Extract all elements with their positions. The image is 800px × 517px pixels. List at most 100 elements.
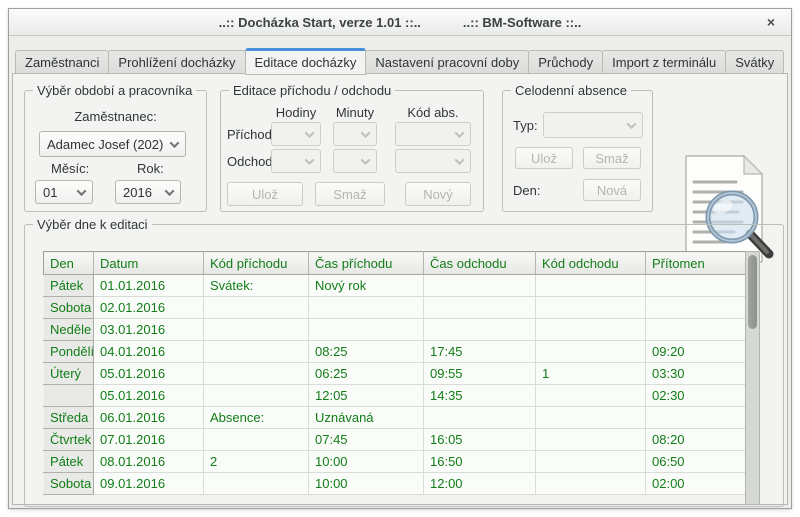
table-scrollbar[interactable]	[745, 251, 760, 505]
departure-abscode-combo[interactable]	[395, 149, 471, 173]
column-header[interactable]: Kód příchodu	[204, 252, 309, 275]
column-header[interactable]: Datum	[94, 252, 204, 275]
cell-arrival-time: 07:45	[309, 429, 424, 451]
column-header[interactable]: Čas odchodu	[424, 252, 536, 275]
cell-departure-code	[536, 451, 646, 473]
column-header[interactable]: Kód odchodu	[536, 252, 646, 275]
window-title-vendor: ..:: BM-Software ::..	[463, 15, 581, 30]
cell-departure-time: 17:45	[424, 341, 536, 363]
chevron-down-icon	[77, 186, 87, 196]
cell-arrival-code	[204, 319, 309, 341]
table-row[interactable]: Čtvrtek 07.01.2016 07:45 16:05 08:20	[44, 429, 746, 451]
time-delete-button[interactable]: Smaž	[315, 182, 385, 206]
departure-hours-combo[interactable]	[271, 149, 321, 173]
cell-arrival-time: Nový rok	[309, 275, 424, 297]
cell-day: Neděle	[44, 319, 94, 341]
tab-sv-tky[interactable]: Svátky	[725, 50, 784, 74]
column-header[interactable]: Den	[44, 252, 94, 275]
cell-date: 08.01.2016	[94, 451, 204, 473]
cell-departure-time	[424, 319, 536, 341]
absence-type-combo[interactable]	[543, 112, 643, 138]
column-header[interactable]: Čas příchodu	[309, 252, 424, 275]
month-combo[interactable]: 01	[35, 180, 93, 204]
cell-departure-time: 12:00	[424, 473, 536, 495]
chevron-down-icon	[455, 128, 465, 138]
time-save-button[interactable]: Ulož	[227, 182, 303, 206]
cell-arrival-time	[309, 297, 424, 319]
cell-present: 06:50	[646, 451, 746, 473]
app-window: ..:: Docházka Start, verze 1.01 ::.. ..:…	[8, 8, 792, 509]
title-bar[interactable]: ..:: Docházka Start, verze 1.01 ::.. ..:…	[9, 9, 791, 36]
table-row[interactable]: Neděle 03.01.2016	[44, 319, 746, 341]
cell-arrival-code	[204, 363, 309, 385]
close-icon: ×	[767, 14, 775, 30]
table-scrollbar-thumb[interactable]	[748, 255, 757, 329]
cell-arrival-code	[204, 341, 309, 363]
tab-prohl-en-doch-zky[interactable]: Prohlížení docházky	[108, 50, 245, 74]
employee-combo[interactable]: Adamec Josef (202)	[39, 131, 186, 157]
cell-date: 04.01.2016	[94, 341, 204, 363]
arrival-hours-combo[interactable]	[271, 122, 321, 146]
cell-present	[646, 275, 746, 297]
cell-present	[646, 407, 746, 429]
table-row[interactable]: Středa 06.01.2016 Absence: Uznávaná	[44, 407, 746, 429]
groupbox-edit-times-title: Editace příchodu / odchodu	[229, 83, 395, 98]
cell-departure-time	[424, 407, 536, 429]
cell-arrival-code	[204, 429, 309, 451]
cell-present: 03:30	[646, 363, 746, 385]
tab-editace-doch-zky[interactable]: Editace docházky	[245, 48, 367, 75]
chevron-down-icon	[165, 186, 175, 196]
departure-row-label: Odchod	[227, 154, 273, 169]
cell-day: Středa	[44, 407, 94, 429]
cell-arrival-time: 08:25	[309, 341, 424, 363]
arrival-abscode-combo[interactable]	[395, 122, 471, 146]
table-row[interactable]: Sobota 02.01.2016	[44, 297, 746, 319]
year-combo[interactable]: 2016	[115, 180, 181, 204]
groupbox-day-table: Výběr dne k editaci DenDatumKód příchodu…	[24, 224, 784, 507]
window-title-app: ..:: Docházka Start, verze 1.01 ::..	[219, 15, 421, 30]
departure-minutes-combo[interactable]	[333, 149, 377, 173]
cell-departure-code	[536, 385, 646, 407]
tab-pr-chody[interactable]: Průchody	[528, 50, 603, 74]
minutes-column-label: Minuty	[333, 105, 377, 120]
cell-day: Pátek	[44, 451, 94, 473]
cell-date: 02.01.2016	[94, 297, 204, 319]
absence-new-button[interactable]: Nová	[583, 179, 641, 201]
groupbox-day-table-title: Výběr dne k editaci	[33, 217, 152, 232]
table-row[interactable]: Sobota 09.01.2016 10:00 12:00 02:00	[44, 473, 746, 495]
absence-save-button[interactable]: Ulož	[515, 147, 573, 169]
groupbox-fullday-absence-title: Celodenní absence	[511, 83, 631, 98]
cell-date: 09.01.2016	[94, 473, 204, 495]
cell-present: 02:30	[646, 385, 746, 407]
cell-departure-code	[536, 341, 646, 363]
groupbox-fullday-absence: Celodenní absence Typ: Ulož Smaž Den: No…	[502, 90, 653, 212]
table-row[interactable]: Pátek 08.01.2016 2 10:00 16:50 06:50	[44, 451, 746, 473]
cell-present: 08:20	[646, 429, 746, 451]
cell-day	[44, 385, 94, 407]
table-row[interactable]: 05.01.2016 12:05 14:35 02:30	[44, 385, 746, 407]
time-new-button[interactable]: Nový	[405, 182, 471, 206]
absence-day-label: Den:	[513, 183, 540, 198]
column-header[interactable]: Přítomen	[646, 252, 746, 275]
absence-delete-button[interactable]: Smaž	[583, 147, 641, 169]
absence-type-label: Typ:	[513, 118, 538, 133]
month-combo-value: 01	[43, 185, 57, 200]
cell-day: Úterý	[44, 363, 94, 385]
employee-combo-value: Adamec Josef (202)	[47, 137, 163, 152]
table-row[interactable]: Pátek 01.01.2016 Svátek: Nový rok	[44, 275, 746, 297]
tab-import-z-termin-lu[interactable]: Import z terminálu	[602, 50, 726, 74]
cell-day: Čtvrtek	[44, 429, 94, 451]
cell-departure-code	[536, 275, 646, 297]
arrival-minutes-combo[interactable]	[333, 122, 377, 146]
table-header-row: DenDatumKód příchoduČas příchoduČas odch…	[44, 252, 746, 275]
cell-departure-time	[424, 297, 536, 319]
tab-zam-stnanci[interactable]: Zaměstnanci	[15, 50, 109, 74]
cell-present: 02:00	[646, 473, 746, 495]
tab-nastaven-pracovn-doby[interactable]: Nastavení pracovní doby	[365, 50, 529, 74]
table-row[interactable]: Pondělí 04.01.2016 08:25 17:45 09:20	[44, 341, 746, 363]
cell-arrival-code: 2	[204, 451, 309, 473]
table-row[interactable]: Úterý 05.01.2016 06:25 09:55 1 03:30	[44, 363, 746, 385]
year-combo-value: 2016	[123, 185, 152, 200]
close-button[interactable]: ×	[767, 13, 775, 31]
cell-arrival-time: 12:05	[309, 385, 424, 407]
